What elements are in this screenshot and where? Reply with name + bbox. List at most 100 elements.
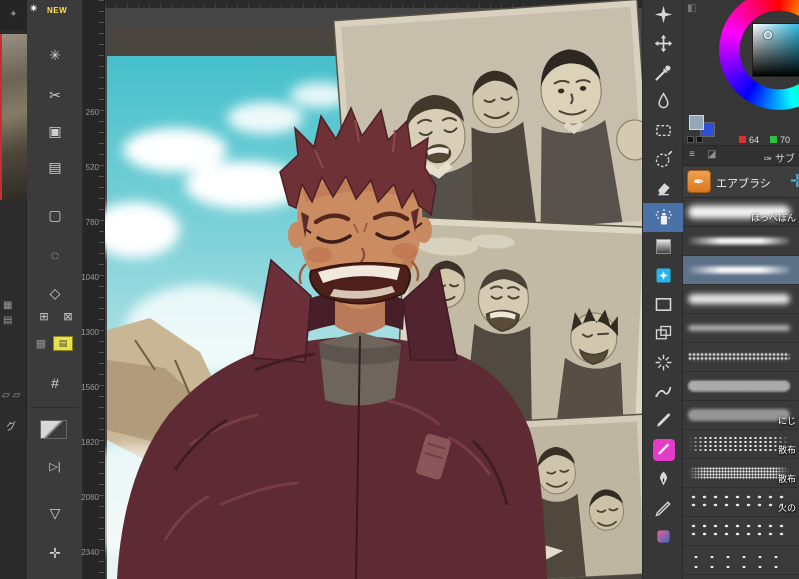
brush-label: 散布 xyxy=(777,445,796,455)
brush-stroke-preview xyxy=(688,552,790,568)
triangle-icon[interactable]: ▽ xyxy=(27,506,83,520)
operation-tool-icon[interactable]: ✳ xyxy=(27,48,83,62)
marker-tool-icon xyxy=(655,441,672,458)
subtool-group-label: エアブラシ xyxy=(716,178,771,190)
brush-stroke-preview xyxy=(688,325,790,331)
tool-slot[interactable] xyxy=(643,145,684,174)
skip-icon[interactable]: ▷| xyxy=(27,462,83,473)
brush-stroke-preview xyxy=(688,237,790,245)
brush-row[interactable]: ほっぺぽん xyxy=(683,198,799,227)
tool-slot[interactable] xyxy=(643,116,684,145)
pen-tool-icon xyxy=(653,410,674,431)
nib-tool-icon xyxy=(653,468,674,489)
paint-app-window: ✦ ▦ ▤ ▱ ▱ グ ✷ NEW ✳ ✂ ▣ ▤ ▢ ◌ ◇ ⊞ ⊠ ▦ ▤ … xyxy=(0,0,799,579)
marquee-select-icon[interactable]: ▢ xyxy=(27,208,83,222)
brush-row[interactable]: にじ xyxy=(683,401,799,430)
brush-row[interactable] xyxy=(683,546,799,575)
ruler-number: 1300 xyxy=(81,328,99,337)
ruler-ticks xyxy=(99,0,104,579)
menu-icon[interactable]: ≡ xyxy=(689,149,695,160)
brush-row[interactable] xyxy=(683,285,799,314)
tool-slot[interactable] xyxy=(643,406,684,435)
folder-icon[interactable]: ▱ xyxy=(2,390,10,401)
color-picker-dot[interactable] xyxy=(764,31,772,39)
canvas-area[interactable] xyxy=(105,0,642,579)
eyedropper-tool-icon xyxy=(653,62,674,83)
tool-slot[interactable] xyxy=(643,290,684,319)
document-icon[interactable]: ▤ xyxy=(27,160,83,174)
copy-icon[interactable]: ▣ xyxy=(27,124,83,138)
left-toolbar: ✷ NEW ✳ ✂ ▣ ▤ ▢ ◌ ◇ ⊞ ⊠ ▦ ▤ # ▷| ▽ ✛ xyxy=(27,0,83,579)
tool-slot[interactable] xyxy=(643,58,684,87)
navigator-thumbnail[interactable] xyxy=(0,34,27,200)
canvas-artwork[interactable] xyxy=(105,0,642,579)
tool-slot[interactable] xyxy=(643,493,684,522)
lasso-select-icon[interactable]: ◌ xyxy=(27,248,83,262)
green-value: 70 xyxy=(780,135,791,145)
tool-slot[interactable] xyxy=(643,232,684,261)
gradient-swatch-icon[interactable] xyxy=(40,420,67,439)
tool-slot[interactable] xyxy=(643,0,684,29)
folder-icon[interactable]: ▱ xyxy=(13,390,21,401)
transform-b-icon[interactable]: ⊠ xyxy=(57,312,79,323)
navigator-bottom xyxy=(0,439,27,579)
tool-slot[interactable] xyxy=(643,319,684,348)
polygon-select-icon[interactable]: ◇ xyxy=(27,286,83,300)
mini-swatch[interactable] xyxy=(696,136,703,143)
tool-slot[interactable] xyxy=(643,87,684,116)
green-value-swatch xyxy=(770,136,777,143)
brush-list: ほっぺぽん にじ 散布 散布 火の xyxy=(683,198,799,579)
tool-slot[interactable] xyxy=(643,174,684,203)
brush-stroke-preview xyxy=(688,352,790,362)
tab-sub[interactable]: ✑ サブ xyxy=(764,150,795,165)
next-group-icon[interactable]: ✛ xyxy=(790,171,799,192)
brush-row[interactable]: 火の xyxy=(683,488,799,517)
brush-row[interactable] xyxy=(683,517,799,546)
ruler-number: 2080 xyxy=(81,493,99,502)
transform-a-icon[interactable]: ⊞ xyxy=(33,312,55,323)
ruler-number: 260 xyxy=(85,108,99,117)
eraser-tool-icon xyxy=(653,178,674,199)
tool-slot[interactable] xyxy=(643,261,684,290)
tool-slot[interactable] xyxy=(643,464,684,493)
navigator-top-icon[interactable]: ✦ xyxy=(0,0,27,30)
tool-slot[interactable] xyxy=(643,348,684,377)
ruler-number: 1040 xyxy=(81,273,99,282)
new-badge: NEW xyxy=(47,6,68,15)
brush-row[interactable] xyxy=(683,227,799,256)
main-color-chip[interactable] xyxy=(689,115,704,130)
tool-slot[interactable] xyxy=(643,29,684,58)
brush-label: にじ xyxy=(777,416,796,426)
mini-swatch[interactable] xyxy=(687,136,694,143)
tool-slot[interactable] xyxy=(643,203,684,232)
figure-tool-icon xyxy=(653,294,674,315)
brush-row[interactable] xyxy=(683,372,799,401)
brush-row[interactable] xyxy=(683,256,799,285)
brush-row[interactable] xyxy=(683,343,799,372)
ruler-number: 1820 xyxy=(81,438,99,447)
brush-row[interactable]: 散布 xyxy=(683,459,799,488)
move-canvas-icon[interactable]: ✛ xyxy=(27,546,83,560)
ruler-number: 780 xyxy=(85,218,99,227)
tool-slot[interactable] xyxy=(643,377,684,406)
layer-dim-icon[interactable]: ▦ xyxy=(31,337,51,350)
wheel-mode-icon[interactable]: ◧ xyxy=(687,3,696,14)
frame-tool-icon xyxy=(653,323,674,344)
auto-select-tool-icon xyxy=(653,149,674,170)
palette-mini-icon[interactable]: ▤ xyxy=(3,315,12,326)
brush-stroke-preview xyxy=(688,522,790,540)
brush-row[interactable]: 散布 xyxy=(683,430,799,459)
layer-highlight-icon[interactable]: ▤ xyxy=(53,336,73,351)
mesh-icon[interactable]: # xyxy=(27,376,83,390)
decoration-tool-icon xyxy=(653,4,674,25)
tool-slot[interactable] xyxy=(643,435,684,464)
subtool-extra-icon xyxy=(653,526,674,547)
scissors-icon[interactable]: ✂ xyxy=(27,88,83,102)
tool-slot[interactable] xyxy=(643,522,684,551)
brush-tab-icon[interactable]: ◪ xyxy=(707,149,716,160)
brush-row[interactable] xyxy=(683,314,799,343)
decoration-new-icon[interactable]: ✷ xyxy=(29,2,49,15)
airbrush-group-icon[interactable]: ✒ xyxy=(687,170,711,193)
palette-mini-icon[interactable]: ▦ xyxy=(3,300,12,311)
saturation-value-square[interactable] xyxy=(752,23,799,77)
